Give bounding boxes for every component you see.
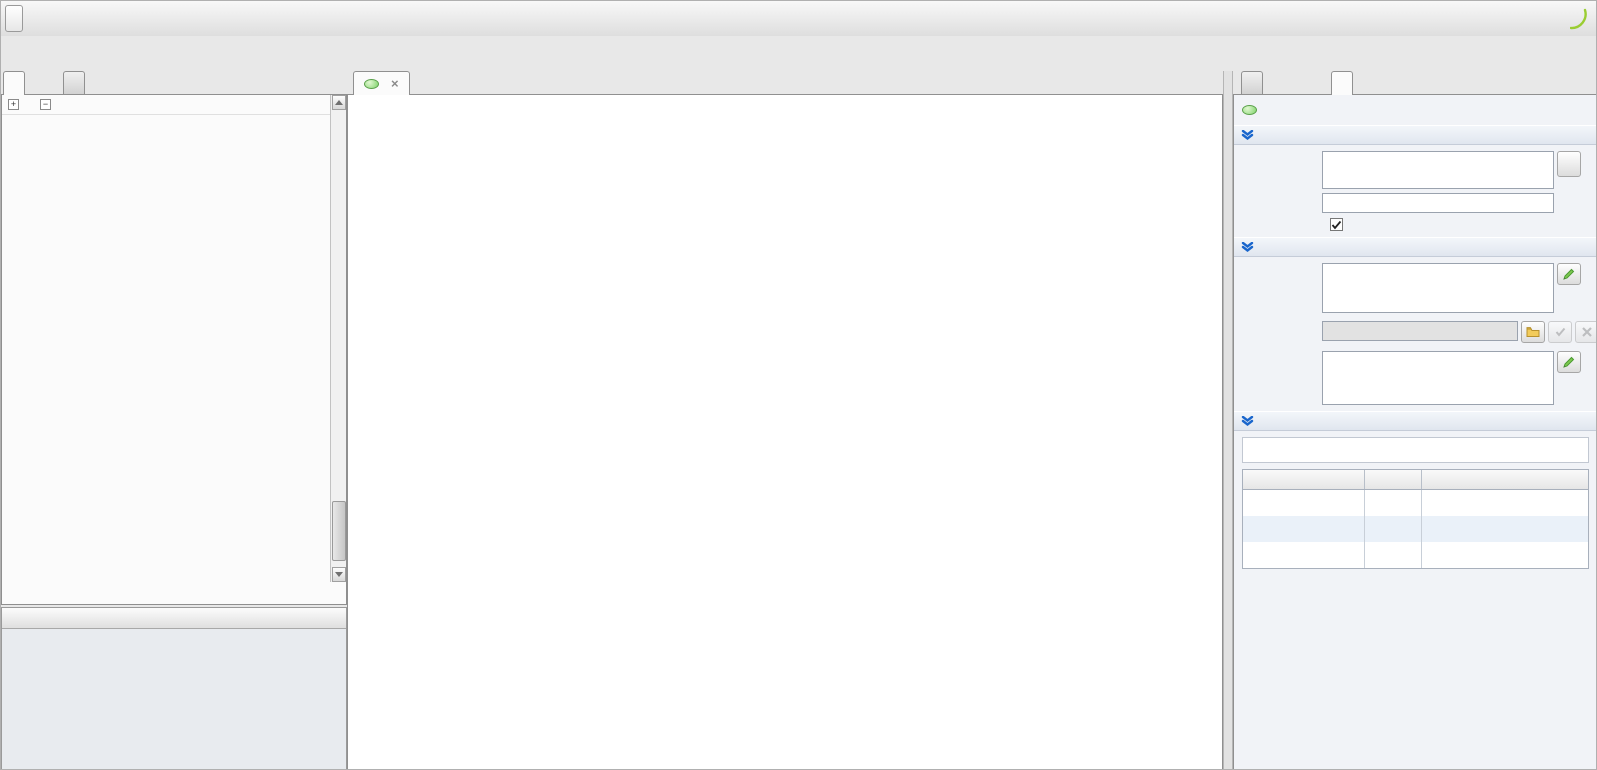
minimap[interactable] (2, 629, 346, 770)
object-type-row (1234, 95, 1597, 125)
scroll-up-button[interactable] (332, 95, 346, 110)
collapse-all-button[interactable]: − (40, 99, 56, 110)
libelle-input[interactable] (1322, 151, 1554, 189)
check-icon (1555, 327, 1566, 337)
liens-empty-row (1243, 542, 1588, 568)
properties-panel (1233, 94, 1597, 770)
menu-bar (5, 5, 23, 32)
clear-button (1575, 321, 1597, 343)
tab-proprietes[interactable] (1331, 71, 1353, 95)
libelle-label (1234, 151, 1322, 154)
app-window: + − × (0, 0, 1597, 770)
liens-table (1242, 469, 1589, 569)
tab-projets[interactable] (3, 71, 25, 95)
aide-input[interactable] (1322, 351, 1554, 405)
project-tree (2, 115, 346, 602)
liens-table-header (1243, 470, 1588, 490)
expand-all-button[interactable]: + (8, 99, 24, 110)
chevron-down-icon (1241, 130, 1254, 140)
section-general[interactable] (1234, 125, 1597, 145)
pencil-icon (1562, 267, 1576, 281)
tree-scrollbar[interactable] (330, 95, 346, 582)
descr-input[interactable] (1322, 263, 1554, 313)
etendue-label (1234, 321, 1322, 324)
descr-label (1234, 263, 1322, 266)
edit-descr-button[interactable] (1557, 263, 1581, 285)
scroll-down-button[interactable] (332, 567, 346, 582)
font-button[interactable] (1557, 151, 1581, 177)
section-description[interactable] (1234, 237, 1597, 257)
nom-int-input[interactable] (1322, 193, 1554, 213)
logo-swoosh-icon (1570, 8, 1588, 32)
scroll-thumb[interactable] (332, 501, 346, 561)
overview-title (2, 608, 346, 629)
confirm-button (1548, 321, 1572, 343)
tab-cartographie[interactable]: × (353, 71, 410, 95)
liens-empty-row (1243, 490, 1588, 516)
app-logo (1570, 8, 1588, 32)
liens-toolbar (1242, 437, 1589, 463)
tab-explorateur[interactable] (63, 71, 85, 94)
auto-name-checkbox[interactable] (1330, 218, 1343, 231)
aide-label (1234, 351, 1322, 354)
folder-icon (1526, 326, 1541, 338)
browse-folder-button[interactable] (1521, 321, 1545, 343)
chevron-down-icon (1241, 242, 1254, 252)
minus-box-icon: − (40, 99, 51, 110)
close-tab-icon[interactable]: × (391, 79, 399, 89)
tab-composants[interactable] (1241, 71, 1263, 94)
top-bar (1, 1, 1597, 36)
edit-aide-button[interactable] (1557, 351, 1581, 373)
liens-empty-row (1243, 516, 1588, 542)
section-liens[interactable] (1234, 411, 1597, 431)
chevron-down-icon (1241, 416, 1254, 426)
panel-splitter[interactable] (1223, 71, 1233, 770)
tree-actions: + − (2, 95, 346, 115)
diagram-canvas[interactable] (347, 94, 1223, 770)
abstract-model-icon (1242, 105, 1257, 115)
nom-int-label (1234, 193, 1322, 196)
overview-panel (1, 607, 347, 770)
x-icon (1582, 327, 1592, 337)
pencil-icon (1562, 355, 1576, 369)
abstract-model-icon (364, 79, 379, 89)
diagram-svg (348, 95, 1222, 770)
etendue-input (1322, 321, 1518, 341)
project-panel: + − (1, 94, 347, 605)
plus-box-icon: + (8, 99, 19, 110)
auto-name-row (1234, 215, 1597, 237)
